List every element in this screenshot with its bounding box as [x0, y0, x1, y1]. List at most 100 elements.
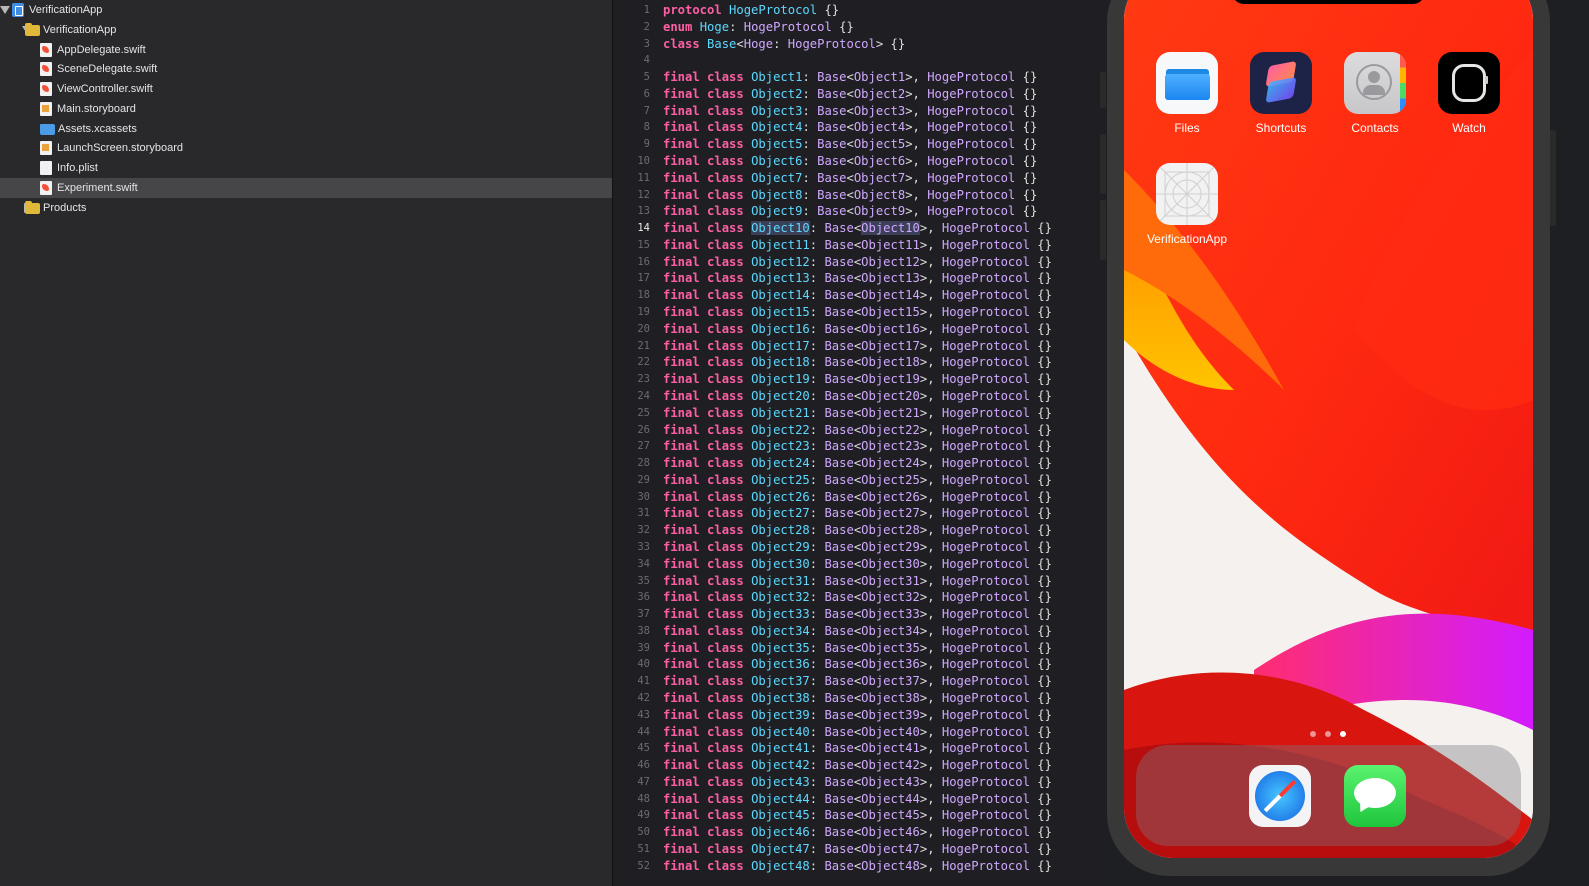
code-text[interactable]: final class Object22: Base<Object22>, Ho… [663, 422, 1052, 439]
code-text[interactable]: final class Object48: Base<Object48>, Ho… [663, 858, 1052, 875]
code-line[interactable]: 21 final class Object17: Base<Object17>, … [613, 338, 1105, 355]
code-text[interactable]: final class Object31: Base<Object31>, Ho… [663, 573, 1052, 590]
code-line[interactable]: 37 final class Object33: Base<Object33>, … [613, 606, 1105, 623]
code-line[interactable]: 11 final class Object7: Base<Object7>, Ho… [613, 170, 1105, 187]
code-text[interactable]: final class Object26: Base<Object26>, Ho… [663, 489, 1052, 506]
code-text[interactable]: final class Object13: Base<Object13>, Ho… [663, 270, 1052, 287]
code-text[interactable]: final class Object18: Base<Object18>, Ho… [663, 354, 1052, 371]
code-text[interactable]: final class Object24: Base<Object24>, Ho… [663, 455, 1052, 472]
code-line[interactable]: 3 class Base<Hoge: HogeProtocol> {} [613, 36, 1105, 53]
code-line[interactable]: 15 final class Object11: Base<Object11>, … [613, 237, 1105, 254]
navigator-row-viewcontroller-swift[interactable]: ViewController.swift [0, 79, 612, 99]
code-line[interactable]: 34 final class Object30: Base<Object30>, … [613, 556, 1105, 573]
code-text[interactable]: final class Object5: Base<Object5>, Hoge… [663, 136, 1037, 153]
code-text[interactable]: final class Object45: Base<Object45>, Ho… [663, 807, 1052, 824]
code-line[interactable]: 45 final class Object41: Base<Object41>, … [613, 740, 1105, 757]
navigator-row-appdelegate-swift[interactable]: AppDelegate.swift [0, 40, 612, 60]
code-text[interactable]: final class Object20: Base<Object20>, Ho… [663, 388, 1052, 405]
code-line[interactable]: 6 final class Object2: Base<Object2>, Hog… [613, 86, 1105, 103]
code-text[interactable]: final class Object21: Base<Object21>, Ho… [663, 405, 1052, 422]
code-text[interactable]: final class Object35: Base<Object35>, Ho… [663, 640, 1052, 657]
code-text[interactable]: final class Object23: Base<Object23>, Ho… [663, 438, 1052, 455]
app-shortcuts[interactable]: Shortcuts [1233, 52, 1329, 135]
page-dot[interactable] [1340, 731, 1346, 737]
code-line[interactable]: 38 final class Object34: Base<Object34>, … [613, 623, 1105, 640]
navigator-row-verificationapp[interactable]: VerificationApp [0, 20, 612, 40]
navigator-row-launchscreen-storyboard[interactable]: LaunchScreen.storyboard [0, 138, 612, 158]
code-line[interactable]: 1 protocol HogeProtocol {} [613, 2, 1105, 19]
code-line[interactable]: 41 final class Object37: Base<Object37>, … [613, 673, 1105, 690]
code-text[interactable]: final class Object19: Base<Object19>, Ho… [663, 371, 1052, 388]
navigator-row-assets-xcassets[interactable]: Assets.xcassets [0, 119, 612, 139]
code-text[interactable]: final class Object16: Base<Object16>, Ho… [663, 321, 1052, 338]
app-files[interactable]: Files [1139, 52, 1235, 135]
code-line[interactable]: 23 final class Object19: Base<Object19>, … [613, 371, 1105, 388]
code-line[interactable]: 51 final class Object47: Base<Object47>, … [613, 841, 1105, 858]
code-text[interactable]: final class Object32: Base<Object32>, Ho… [663, 589, 1052, 606]
code-text[interactable]: final class Object9: Base<Object9>, Hoge… [663, 203, 1037, 220]
code-line[interactable]: 12 final class Object8: Base<Object8>, Ho… [613, 187, 1105, 204]
code-line[interactable]: 27 final class Object23: Base<Object23>, … [613, 438, 1105, 455]
code-text[interactable]: final class Object33: Base<Object33>, Ho… [663, 606, 1052, 623]
device-volume-up-button[interactable] [1100, 134, 1106, 194]
code-line[interactable]: 52 final class Object48: Base<Object48>, … [613, 858, 1105, 875]
code-line[interactable]: 46 final class Object42: Base<Object42>, … [613, 757, 1105, 774]
code-line[interactable]: 33 final class Object29: Base<Object29>, … [613, 539, 1105, 556]
code-text[interactable]: final class Object28: Base<Object28>, Ho… [663, 522, 1052, 539]
code-text[interactable]: final class Object25: Base<Object25>, Ho… [663, 472, 1052, 489]
code-line[interactable]: 16 final class Object12: Base<Object12>, … [613, 254, 1105, 271]
code-text[interactable]: final class Object41: Base<Object41>, Ho… [663, 740, 1052, 757]
code-line[interactable]: 4 [613, 52, 1105, 69]
code-text[interactable]: enum Hoge: HogeProtocol {} [663, 19, 854, 36]
code-line[interactable]: 13 final class Object9: Base<Object9>, Ho… [613, 203, 1105, 220]
device-volume-down-button[interactable] [1100, 200, 1106, 260]
code-line[interactable]: 14 final class Object10: Base<Object10>, … [613, 220, 1105, 237]
code-text[interactable]: final class Object11: Base<Object11>, Ho… [663, 237, 1052, 254]
code-line[interactable]: 43 final class Object39: Base<Object39>, … [613, 707, 1105, 724]
page-dot[interactable] [1325, 731, 1331, 737]
app-contacts[interactable]: Contacts [1327, 52, 1423, 135]
code-text[interactable]: final class Object4: Base<Object4>, Hoge… [663, 119, 1037, 136]
app-verificationapp[interactable]: VerificationApp [1139, 163, 1235, 246]
code-line[interactable]: 36 final class Object32: Base<Object32>, … [613, 589, 1105, 606]
code-text[interactable]: final class Object39: Base<Object39>, Ho… [663, 707, 1052, 724]
code-text[interactable]: final class Object38: Base<Object38>, Ho… [663, 690, 1052, 707]
code-text[interactable]: final class Object2: Base<Object2>, Hoge… [663, 86, 1037, 103]
code-line[interactable]: 48 final class Object44: Base<Object44>, … [613, 791, 1105, 808]
code-text[interactable]: final class Object12: Base<Object12>, Ho… [663, 254, 1052, 271]
code-text[interactable]: final class Object10: Base<Object10>, Ho… [663, 220, 1052, 237]
safari-icon[interactable] [1249, 765, 1311, 827]
code-text[interactable]: final class Object47: Base<Object47>, Ho… [663, 841, 1052, 858]
code-line[interactable]: 40 final class Object36: Base<Object36>, … [613, 656, 1105, 673]
code-line[interactable]: 49 final class Object45: Base<Object45>, … [613, 807, 1105, 824]
code-text[interactable]: final class Object1: Base<Object1>, Hoge… [663, 69, 1037, 86]
code-line[interactable]: 39 final class Object35: Base<Object35>, … [613, 640, 1105, 657]
code-line[interactable]: 42 final class Object38: Base<Object38>, … [613, 690, 1105, 707]
code-line[interactable]: 18 final class Object14: Base<Object14>, … [613, 287, 1105, 304]
code-line[interactable]: 44 final class Object40: Base<Object40>, … [613, 724, 1105, 741]
code-line[interactable]: 9 final class Object5: Base<Object5>, Hog… [613, 136, 1105, 153]
code-text[interactable]: final class Object27: Base<Object27>, Ho… [663, 505, 1052, 522]
code-line[interactable]: 32 final class Object28: Base<Object28>, … [613, 522, 1105, 539]
code-line[interactable]: 31 final class Object27: Base<Object27>, … [613, 505, 1105, 522]
code-line[interactable]: 26 final class Object22: Base<Object22>, … [613, 422, 1105, 439]
code-text[interactable]: final class Object3: Base<Object3>, Hoge… [663, 103, 1037, 120]
code-text[interactable]: final class Object46: Base<Object46>, Ho… [663, 824, 1052, 841]
code-line[interactable]: 7 final class Object3: Base<Object3>, Hog… [613, 103, 1105, 120]
code-line[interactable]: 17 final class Object13: Base<Object13>, … [613, 270, 1105, 287]
code-text[interactable]: protocol HogeProtocol {} [663, 2, 839, 19]
disclosure-open-icon[interactable] [0, 6, 10, 14]
code-line[interactable]: 29 final class Object25: Base<Object25>, … [613, 472, 1105, 489]
code-text[interactable]: final class Object30: Base<Object30>, Ho… [663, 556, 1052, 573]
code-line[interactable]: 24 final class Object20: Base<Object20>, … [613, 388, 1105, 405]
code-text[interactable]: class Base<Hoge: HogeProtocol> {} [663, 36, 905, 53]
app-watch[interactable]: Watch [1421, 52, 1517, 135]
code-text[interactable]: final class Object37: Base<Object37>, Ho… [663, 673, 1052, 690]
code-line[interactable]: 35 final class Object31: Base<Object31>, … [613, 573, 1105, 590]
code-line[interactable]: 25 final class Object21: Base<Object21>, … [613, 405, 1105, 422]
code-text[interactable]: final class Object44: Base<Object44>, Ho… [663, 791, 1052, 808]
code-text[interactable]: final class Object29: Base<Object29>, Ho… [663, 539, 1052, 556]
code-text[interactable]: final class Object40: Base<Object40>, Ho… [663, 724, 1052, 741]
device-side-button[interactable] [1550, 130, 1556, 226]
code-line[interactable]: 10 final class Object6: Base<Object6>, Ho… [613, 153, 1105, 170]
